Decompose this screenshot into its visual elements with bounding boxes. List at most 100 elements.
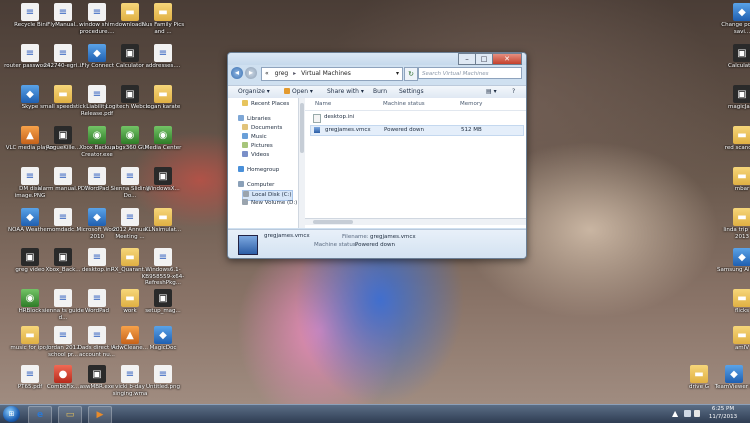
share-with-button[interactable]: Share with ▾	[327, 86, 364, 98]
horizontal-scrollbar[interactable]	[305, 218, 526, 225]
app-icon: ◆	[733, 248, 750, 266]
settings-file-icon: ≡	[88, 248, 106, 266]
desktop-icon[interactable]: ◆ MagicDoc	[141, 326, 185, 370]
folder-icon: ▬	[733, 289, 750, 307]
nav-item[interactable]: Recent Places	[242, 100, 289, 109]
nav-item[interactable]: Computer	[238, 181, 274, 190]
nav-item[interactable]: Libraries	[238, 115, 271, 124]
desktop-icon[interactable]: ◆ TeamViewer 8	[712, 365, 750, 404]
desktop-icon-label: linda trip pics 2013	[723, 227, 750, 240]
word-icon: ◆	[88, 208, 106, 226]
breadcrumb-greg[interactable]: greg	[275, 70, 289, 77]
forward-button[interactable]: ▸	[245, 67, 257, 79]
navigation-pane: Recent Places Libraries Documents Music Pict…	[228, 98, 299, 228]
calculator-icon: ▣	[733, 44, 750, 62]
nav-item-label: Pictures	[251, 143, 273, 149]
virtual-machine-icon	[238, 235, 258, 255]
file-row-desktop-ini[interactable]: desktop.ini	[310, 113, 522, 123]
app-icon: ▣	[154, 289, 172, 307]
document-icon: ≡	[54, 3, 72, 21]
document-icon: ≡	[21, 44, 39, 62]
recycle-bin-icon: ≡	[21, 3, 39, 21]
help-icon[interactable]: ?	[512, 86, 515, 98]
explorer-window[interactable]: – □ ✕ ◂ ▸ « greg ▸ Virtual Machines ▾ ↻ …	[227, 52, 527, 259]
column-name[interactable]: Name	[315, 98, 331, 110]
address-bar-row: ◂ ▸ « greg ▸ Virtual Machines ▾ ↻ Search…	[231, 67, 523, 81]
document-icon: ≡	[88, 326, 106, 344]
media-player-icon[interactable]: ▶	[88, 406, 112, 424]
desktop-icon[interactable]: ▬ mbar	[720, 167, 750, 211]
document-icon: ≡	[54, 289, 72, 307]
search-input[interactable]: Search Virtual Machines	[418, 67, 522, 79]
clock[interactable]: 6:25 PM 11/7/2013	[703, 406, 743, 421]
desktop-icon[interactable]: ◆Change power-savi...	[720, 3, 750, 47]
nav-item[interactable]: Music	[242, 133, 267, 142]
app-icon: ◉	[121, 126, 139, 144]
computer-icon	[238, 181, 244, 187]
desktop-icon[interactable]: ▣Calculator	[720, 44, 750, 88]
start-button[interactable]: ⊞	[3, 406, 20, 422]
breadcrumb-virtual-machines[interactable]: Virtual Machines	[301, 70, 351, 77]
desktop-icon[interactable]: ▬ Nus Family Pics and ...	[141, 3, 185, 47]
desktop-icon-label: addresses....	[145, 63, 181, 69]
address-prefix: «	[265, 70, 269, 77]
desktop-icon[interactable]: ▬red scandisk	[720, 126, 750, 170]
desktop-icon-label: TeamViewer 8	[714, 384, 750, 390]
desktop-icon-label: Change power-savi...	[721, 22, 750, 35]
image-icon: ≡	[21, 167, 39, 185]
open-button[interactable]: Open ▾	[284, 86, 313, 98]
document-icon: ≡	[54, 208, 72, 226]
details-filename-label: Filename:	[342, 234, 369, 240]
document-icon: ≡	[54, 44, 72, 62]
column-machine-status[interactable]: Machine status	[383, 98, 425, 110]
nav-item[interactable]: New Volume (D:)	[242, 199, 297, 208]
folder-icon: ▬	[121, 289, 139, 307]
organize-button[interactable]: Organize ▾	[238, 86, 270, 98]
clock-date: 11/7/2013	[708, 413, 738, 420]
address-dropdown-icon[interactable]: ▾	[396, 68, 399, 80]
network-icon[interactable]	[684, 410, 691, 417]
navigation-scrollbar[interactable]	[298, 98, 305, 228]
close-button[interactable]: ✕	[492, 53, 522, 65]
desktop-icon[interactable]: ▬ KLNsimulat...	[141, 208, 185, 252]
desktop-icon[interactable]: ≡ Windows6.1-KB958559-x64-RefreshPkg...	[141, 248, 185, 292]
desktop-icon[interactable]: ≡ Untitled.png	[141, 365, 185, 404]
back-button[interactable]: ◂	[231, 67, 243, 79]
folder-icon: ▬	[21, 326, 39, 344]
desktop-icon[interactable]: ▬linda trip pics 2013	[720, 208, 750, 252]
views-button[interactable]: ▤ ▾	[486, 86, 497, 98]
nav-item[interactable]: Pictures	[242, 142, 273, 151]
settings-button[interactable]: Settings	[399, 86, 424, 98]
refresh-button[interactable]: ↻	[404, 67, 418, 81]
desktop-icon-label: MagicDoc	[149, 345, 177, 351]
desktop-icon[interactable]: ▣magicJack	[720, 85, 750, 129]
horizontal-scrollbar-thumb[interactable]	[313, 220, 353, 224]
nav-item[interactable]: Documents	[242, 124, 282, 133]
column-memory[interactable]: Memory	[460, 98, 482, 110]
audio-icon: ≡	[121, 365, 139, 383]
maximize-button[interactable]: □	[475, 53, 493, 65]
nav-item[interactable]: Homegroup	[238, 166, 279, 175]
tray-overflow-icon[interactable]: ▲	[672, 409, 678, 418]
minimize-button[interactable]: –	[458, 53, 476, 65]
desktop-icon-label: logan karate	[145, 104, 181, 110]
nav-item-label: Homegroup	[247, 167, 280, 173]
wordpad-icon: ≡	[88, 167, 106, 185]
desktop-icon[interactable]: ▬ amIV	[720, 326, 750, 370]
window-titlebar[interactable]: – □ ✕	[228, 53, 526, 65]
desktop-icon[interactable]: ◆Samsung AllShare	[717, 248, 750, 292]
desktop-icon[interactable]: ≡ addresses....	[141, 44, 185, 88]
windows-explorer-icon[interactable]: ▭	[58, 406, 82, 424]
scrollbar-thumb[interactable]	[300, 103, 304, 153]
desktop-icon[interactable]: ▬ logan karate	[141, 85, 185, 129]
volume-icon[interactable]	[694, 410, 700, 417]
file-row-gregjames-vmcx[interactable]: gregjames.vmcx Powered down 512 MB	[310, 125, 524, 136]
burn-button[interactable]: Burn	[373, 86, 387, 98]
desktop-icon[interactable]: ◉ Media Center	[141, 126, 185, 170]
internet-explorer-icon[interactable]: e	[28, 406, 52, 424]
pdf-icon: ≡	[88, 85, 106, 103]
taskbar-glyph: e	[36, 410, 44, 420]
nav-item[interactable]: Videos	[242, 151, 269, 160]
address-bar[interactable]: « greg ▸ Virtual Machines ▾	[261, 67, 403, 81]
desktop-icon[interactable]: ▣ WindowsX...	[141, 167, 185, 211]
